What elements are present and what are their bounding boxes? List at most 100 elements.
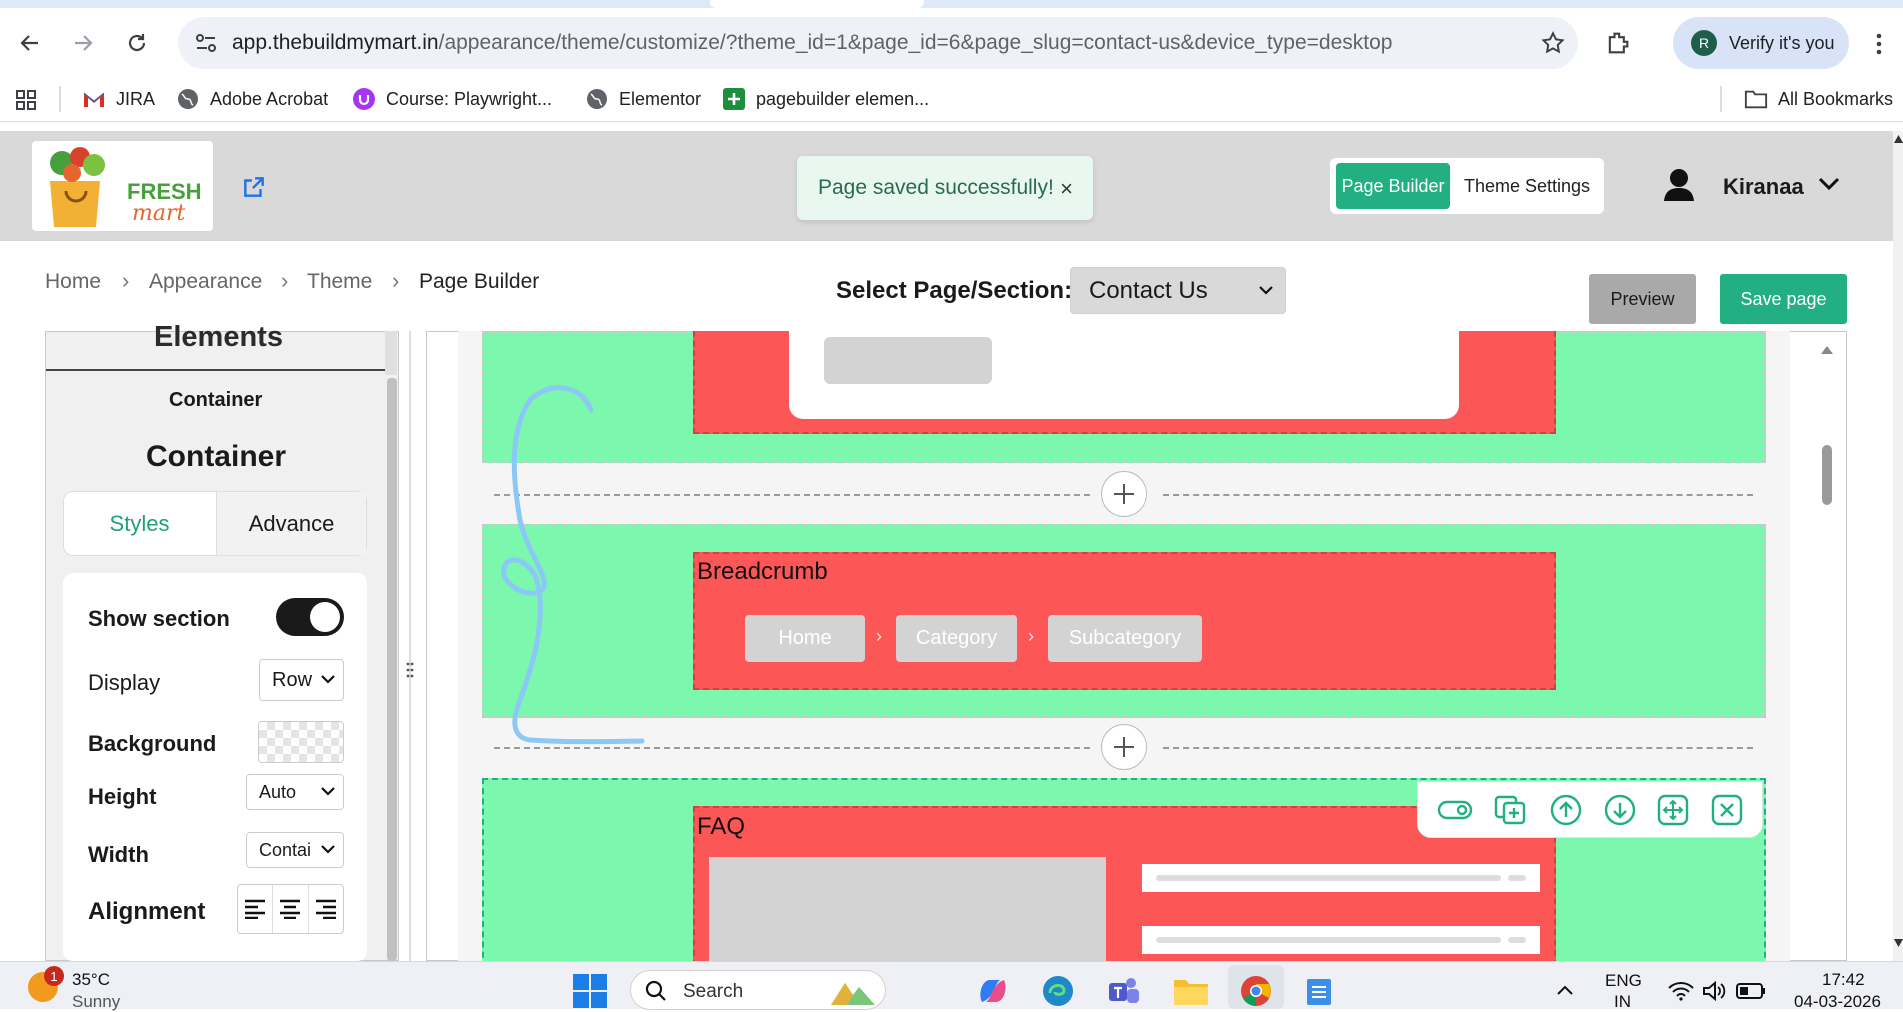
bookmark-star-icon[interactable]	[1540, 30, 1566, 56]
breadcrumb-separator-icon: ›	[281, 268, 289, 293]
annotation-scribble	[501, 385, 645, 745]
add-section-icon[interactable]	[1101, 724, 1147, 770]
toast-close-button[interactable]: ×	[1060, 176, 1073, 202]
notepad-icon[interactable]	[1305, 976, 1333, 1006]
page-builder-tab[interactable]: Page Builder	[1336, 163, 1450, 209]
browser-tab-active[interactable]	[710, 0, 924, 8]
toast-message: Page saved successfully!	[818, 176, 1054, 199]
bookmark-pagebuilder[interactable]: pagebuilder elemen...	[722, 86, 929, 112]
section-toolbar	[1417, 781, 1763, 838]
edge-icon[interactable]	[1042, 975, 1074, 1007]
bookmark-course-playwright[interactable]: Course: Playwright...	[352, 86, 552, 112]
theme-settings-tab[interactable]: Theme Settings	[1455, 163, 1599, 209]
resize-handle-icon[interactable]	[405, 660, 419, 680]
file-explorer-icon[interactable]	[1173, 976, 1209, 1006]
chevron-down-icon[interactable]	[1818, 177, 1840, 191]
chevron-down-icon	[321, 787, 335, 797]
section-divider	[1163, 494, 1753, 496]
height-select[interactable]: Auto	[246, 774, 344, 810]
divider	[46, 369, 385, 371]
bookmark-label: All Bookmarks	[1778, 88, 1894, 109]
selected-element-name: Container	[169, 389, 263, 411]
drag-move-icon[interactable]	[1657, 794, 1689, 826]
battery-icon[interactable]	[1736, 983, 1766, 999]
faq-image-placeholder	[709, 857, 1106, 961]
toggle-knob	[310, 602, 340, 632]
browser-menu-icon[interactable]	[1876, 32, 1882, 56]
copilot-icon[interactable]	[976, 976, 1010, 1006]
select-page-label: Select Page/Section:	[836, 277, 1073, 304]
logo-text-mart: mart	[132, 201, 186, 226]
panel-scroll-track	[385, 331, 397, 375]
chrome-icon[interactable]	[1240, 975, 1272, 1007]
move-down-icon[interactable]	[1604, 794, 1636, 826]
clock-date[interactable]: 04-03-2026	[1794, 992, 1881, 1012]
external-link-icon[interactable]	[241, 174, 267, 200]
site-info-icon[interactable]	[194, 32, 218, 54]
chevron-up-icon[interactable]	[1556, 984, 1574, 996]
tab-advance[interactable]: Advance	[216, 492, 366, 555]
faq-item	[1142, 864, 1540, 892]
alignment-label: Alignment	[88, 898, 206, 925]
bookmark-adobe-acrobat[interactable]: Adobe Acrobat	[176, 86, 328, 112]
clock-time[interactable]: 17:42	[1822, 970, 1865, 990]
panel-scrollbar[interactable]	[387, 378, 397, 961]
sheets-plus-icon	[722, 87, 746, 111]
verify-identity-button[interactable]: R Verify it's you	[1673, 17, 1849, 69]
breadcrumb-separator-icon: ›	[122, 268, 130, 293]
breadcrumb-appearance[interactable]: Appearance	[149, 270, 262, 294]
canvas-scroll-thumb[interactable]	[1822, 445, 1832, 505]
duplicate-icon[interactable]	[1494, 795, 1528, 825]
width-select[interactable]: Contai	[246, 832, 344, 868]
user-name[interactable]: Kiranaa	[1723, 174, 1804, 200]
globe-icon	[176, 87, 200, 111]
extensions-icon[interactable]	[1604, 29, 1632, 57]
forward-icon[interactable]	[63, 23, 103, 63]
breadcrumb-theme[interactable]: Theme	[307, 270, 372, 294]
address-bar[interactable]: app.thebuildmymart.in/appearance/theme/c…	[178, 17, 1578, 69]
bookmark-elementor[interactable]: Elementor	[585, 86, 701, 112]
page-select[interactable]: Contact Us	[1070, 267, 1286, 314]
show-section-label: Show section	[88, 606, 230, 631]
apps-grid-icon[interactable]	[14, 88, 38, 112]
back-icon[interactable]	[10, 23, 50, 63]
windows-start-icon[interactable]	[572, 973, 608, 1009]
background-color-swatch[interactable]	[258, 721, 344, 763]
wifi-icon[interactable]	[1668, 981, 1694, 1001]
weather-temp: 35°C	[72, 970, 110, 989]
reload-icon[interactable]	[117, 23, 157, 63]
preview-button[interactable]: Preview	[1589, 274, 1696, 324]
bookmark-label: Adobe Acrobat	[210, 88, 329, 109]
save-page-button[interactable]: Save page	[1720, 274, 1847, 324]
chevron-down-icon	[1259, 286, 1273, 296]
visibility-toggle-icon[interactable]	[1437, 799, 1473, 821]
volume-icon[interactable]	[1702, 981, 1726, 1001]
align-left-icon[interactable]	[238, 885, 274, 933]
chevron-down-icon	[319, 845, 335, 855]
teams-icon[interactable]	[1107, 975, 1141, 1007]
breadcrumb-chip-home: Home	[745, 615, 865, 662]
align-center-icon[interactable]	[273, 885, 309, 933]
display-select[interactable]: Row	[259, 659, 344, 701]
scroll-up-icon[interactable]	[1894, 135, 1903, 143]
language-indicator[interactable]: ENG	[1605, 971, 1642, 991]
breadcrumb-home[interactable]: Home	[45, 270, 101, 294]
tab-styles[interactable]: Styles	[64, 492, 215, 555]
scroll-down-icon[interactable]	[1894, 939, 1903, 947]
store-logo[interactable]: FRESH mart	[32, 141, 213, 231]
user-icon[interactable]	[1663, 168, 1695, 202]
all-bookmarks-button[interactable]: All Bookmarks	[1744, 86, 1893, 112]
move-up-icon[interactable]	[1550, 794, 1582, 826]
delete-icon[interactable]	[1711, 794, 1743, 826]
align-right-icon[interactable]	[309, 885, 343, 933]
taskbar-search[interactable]: Search	[630, 970, 886, 1010]
bookmark-divider	[1720, 86, 1722, 112]
canvas-scrollbar[interactable]	[1819, 346, 1835, 956]
elements-title: Elements	[154, 321, 283, 353]
page-scrollbar[interactable]	[1893, 131, 1903, 961]
bookmark-jira[interactable]: JIRA	[82, 86, 155, 112]
globe-icon	[585, 87, 609, 111]
scroll-up-icon[interactable]	[1820, 345, 1834, 355]
add-section-icon[interactable]	[1101, 471, 1147, 517]
bookmark-divider	[59, 86, 61, 112]
